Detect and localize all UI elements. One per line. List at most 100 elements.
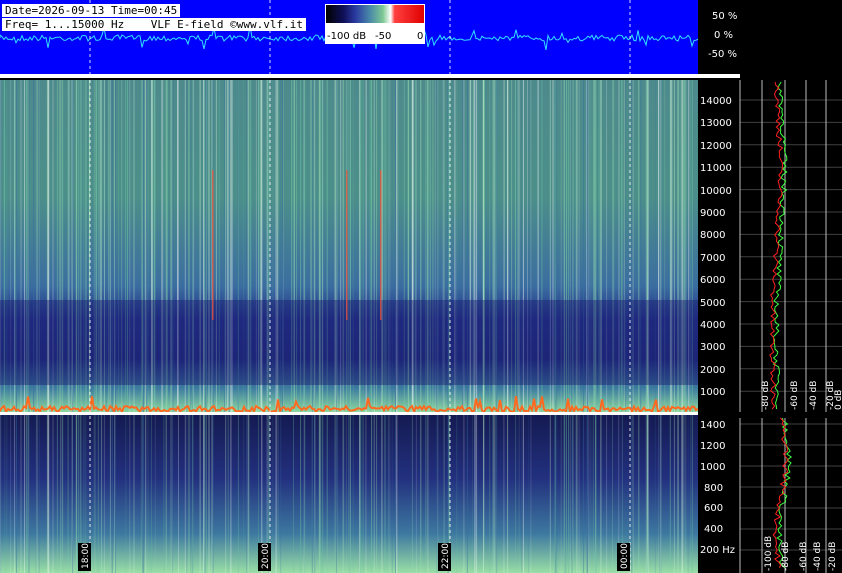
spectrogram-streak	[466, 415, 468, 573]
color-scale-low-label: -100 dB	[327, 31, 367, 42]
spectrogram-streak	[227, 415, 229, 573]
spectrogram-streak	[583, 415, 585, 573]
freq-label: 10000	[700, 186, 732, 197]
spectrogram-streak	[660, 415, 662, 573]
spectrogram-streak	[246, 415, 248, 573]
freq-label: 4000	[700, 320, 725, 331]
spectrogram-streak	[192, 415, 194, 573]
db-label: 0 dB	[834, 390, 842, 410]
spectrogram-streak	[275, 415, 277, 573]
spectrogram-streak	[658, 415, 660, 573]
spectrogram-streak	[133, 415, 135, 573]
spectrogram-streak	[248, 415, 250, 573]
zoom-spectrogram-streaks	[0, 415, 693, 573]
freq-label: 14000	[700, 96, 732, 107]
spectrogram-streak	[647, 415, 648, 573]
spectrogram-streak	[576, 415, 578, 573]
spectrogram-streak	[60, 415, 62, 573]
spectrogram-streak	[154, 415, 156, 573]
spectrogram-streak	[56, 415, 58, 573]
spectrogram-streak	[360, 415, 362, 573]
spectrogram-streak	[391, 415, 393, 573]
freq-label: 11000	[700, 163, 732, 174]
spectrogram-streak	[669, 415, 671, 573]
freq-label: 2000	[700, 365, 725, 376]
spectrogram-streak	[28, 415, 30, 573]
spectrogram-streak	[496, 415, 498, 573]
spectrogram-streak	[568, 415, 570, 573]
spectrogram-streak	[472, 415, 473, 573]
spectrogram-streak	[691, 415, 693, 573]
spectrogram-streak	[569, 415, 571, 573]
waveform-scale-label: 0 %	[714, 30, 734, 41]
frequency-range-label: Freq= 1...15000 Hz VLF E-field ©www.vlf.…	[2, 18, 307, 31]
db-label: -40 dB	[809, 381, 819, 410]
freq-label: 6000	[700, 275, 725, 286]
spectrogram-streak	[463, 415, 465, 573]
spectrogram-streak	[563, 415, 565, 573]
spectrogram-streak	[14, 415, 16, 573]
spectrogram-streak	[186, 415, 188, 573]
spectrogram-streak	[387, 415, 389, 573]
freq-label: 600	[704, 503, 723, 514]
spectrogram-streak	[10, 415, 12, 573]
spectrogram-streak	[115, 415, 116, 573]
spectrogram-streak	[371, 415, 373, 573]
color-scale-high-label: 0	[417, 31, 424, 42]
spectrogram-streak	[243, 415, 245, 573]
spectrogram-streak	[365, 415, 367, 573]
spectrogram-streak	[456, 415, 458, 573]
spectrogram-streak	[199, 415, 201, 573]
spectrogram-streak	[588, 415, 590, 573]
spectrogram-streak	[381, 415, 382, 573]
spectrogram-streak	[62, 415, 64, 573]
spectrogram-streak	[67, 415, 69, 573]
sferic-line	[380, 170, 382, 320]
db-label: -40 dB	[813, 542, 823, 571]
spectrogram-streak	[507, 415, 509, 573]
spectrogram-streak	[188, 415, 190, 573]
freq-label: 200 Hz	[700, 545, 735, 556]
spectrogram-streak	[384, 415, 386, 573]
spectrogram-streak	[425, 415, 427, 573]
spectrogram-streak	[211, 415, 213, 573]
freq-label: 7000	[700, 253, 725, 264]
spectrogram-streak	[396, 415, 398, 573]
spectrogram-streak	[632, 415, 634, 573]
spectrogram-streak	[352, 415, 354, 573]
spectrogram-streak	[24, 415, 25, 573]
spectrogram-streak	[631, 415, 633, 573]
spectrogram-streak	[170, 415, 172, 573]
spectrogram-streak	[592, 415, 594, 573]
spectrogram-streak	[522, 415, 524, 573]
color-scale-gradient	[326, 5, 424, 23]
spectrogram-streak	[320, 415, 322, 573]
freq-label: 3000	[700, 342, 725, 353]
spectrogram-streak	[311, 415, 313, 573]
waveform-scale-label: -50 %	[708, 49, 738, 60]
spectrogram-streak	[436, 415, 438, 573]
spectrogram-streak	[645, 415, 647, 573]
freq-label: 12000	[700, 141, 732, 152]
spectrogram-streak	[411, 415, 413, 573]
date-time-label: Date=2026-09-13 Time=00:45	[2, 4, 181, 17]
spectrogram-streak	[350, 415, 351, 573]
spectrogram-streak	[326, 415, 328, 573]
time-label: 00:00	[620, 543, 630, 569]
spectrogram-streak	[76, 415, 78, 573]
spectrogram-streak	[147, 415, 149, 573]
spectrogram-streak	[483, 415, 484, 573]
spectrogram-streak	[476, 415, 478, 573]
main-spectrogram-streaks	[0, 80, 699, 416]
db-label: -80 dB	[781, 542, 791, 571]
spectrogram-streak	[38, 415, 40, 573]
spectrogram-streak	[690, 415, 691, 573]
spectrogram-streak	[0, 415, 2, 573]
spectrogram-streak	[318, 415, 320, 573]
spectrogram-streak	[600, 415, 602, 573]
separator-bar	[0, 74, 740, 78]
spectrogram-streak	[575, 415, 577, 573]
spectrogram-streak	[590, 415, 592, 573]
spectrogram-streak	[474, 415, 476, 573]
spectrogram-streak	[190, 415, 192, 573]
